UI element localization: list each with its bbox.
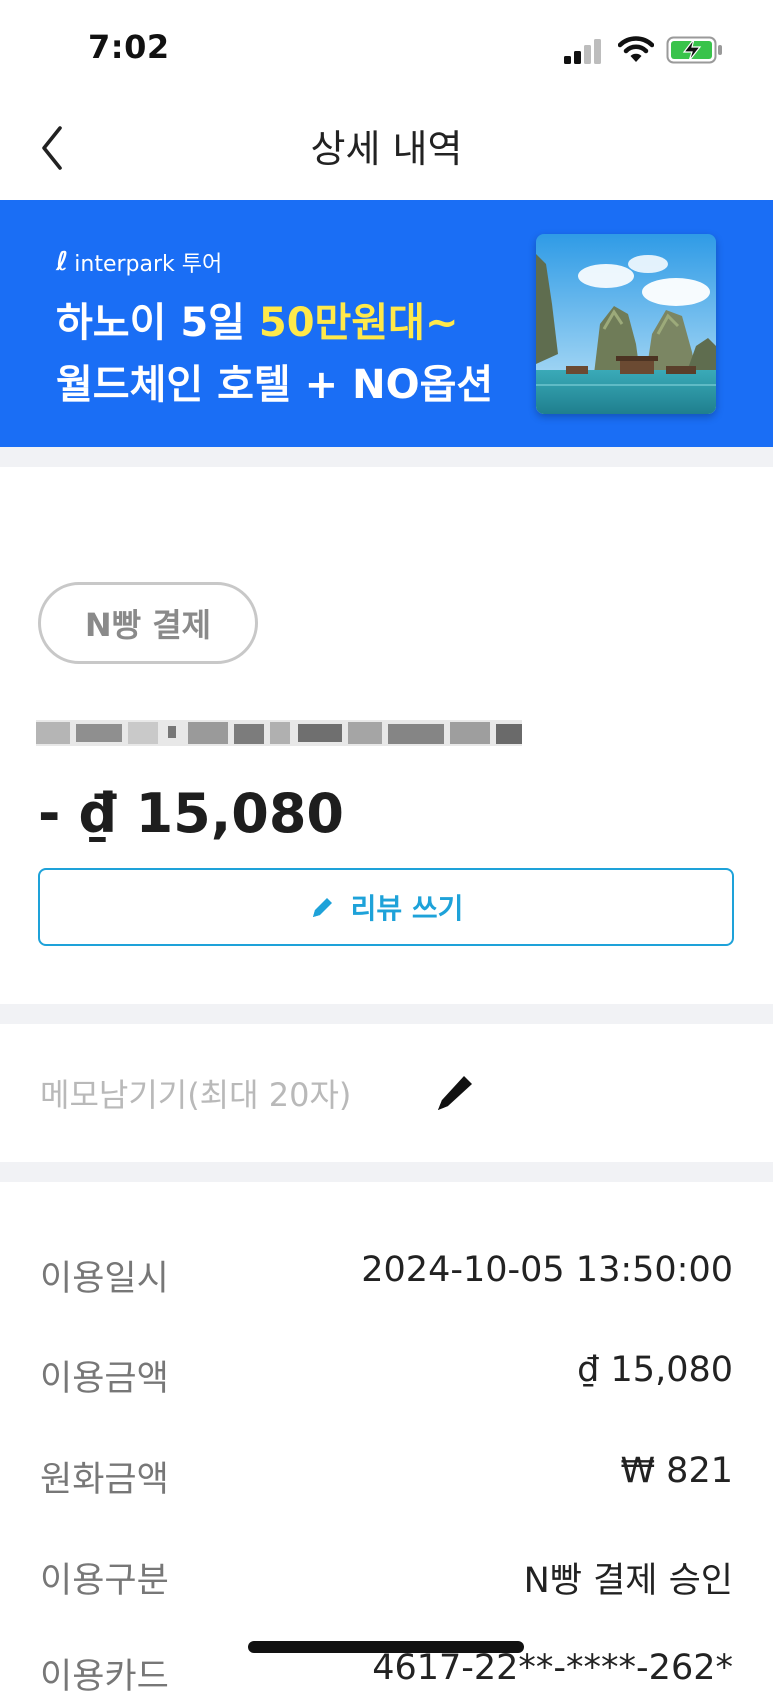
detail-label-amount: 이용금액: [40, 1359, 169, 1399]
detail-value-card: 4617-22**-****-262*: [372, 1648, 733, 1688]
status-time: 7:02: [88, 28, 170, 66]
pencil-icon: [312, 898, 332, 917]
transaction-amount: - ₫ 15,080: [38, 782, 344, 845]
detail-value-date: 2024-10-05 13:50:00: [361, 1250, 733, 1290]
banner-headline-highlight: 50만원대~: [258, 300, 459, 346]
write-review-label: 리뷰 쓰기: [350, 892, 464, 925]
banner-headline-prefix: 하노이 5일: [56, 300, 259, 346]
detail-label-date: 이용일시: [40, 1259, 169, 1299]
payment-type-badge: N빵 결제: [38, 582, 258, 664]
write-review-button[interactable]: 리뷰 쓰기: [38, 868, 734, 946]
battery-charging-icon: [666, 36, 722, 64]
banner-subheadline: 월드체인 호텔 + NO옵션: [56, 362, 494, 408]
banner-brand: ℓ interpark 투어: [56, 246, 222, 278]
detail-value-amount: ₫ 15,080: [577, 1350, 733, 1390]
banner-brand-text: interpark 투어: [74, 252, 223, 277]
home-indicator[interactable]: [248, 1641, 524, 1653]
banner-headline: 하노이 5일 50만원대~: [56, 290, 458, 348]
cellular-signal-icon: [564, 39, 601, 64]
page-title: 상세 내역: [310, 127, 463, 171]
edit-memo-pencil-icon[interactable]: [432, 1068, 478, 1114]
merchant-name-blurred: [36, 720, 522, 746]
detail-label-krw-amount: 원화금액: [40, 1460, 169, 1500]
detail-value-krw-amount: ₩ 821: [620, 1451, 733, 1491]
detail-value-type: N빵 결제 승인: [523, 1561, 733, 1601]
section-divider: [0, 1162, 773, 1182]
memo-input[interactable]: 메모남기기(최대 20자): [40, 1070, 351, 1116]
banner-halong-bay-photo: [536, 234, 716, 414]
interpark-logo-icon: ℓ: [56, 247, 69, 277]
detail-label-type: 이용구분: [40, 1561, 169, 1601]
wifi-icon: [618, 36, 654, 62]
section-divider: [0, 447, 773, 467]
section-divider: [0, 1004, 773, 1024]
